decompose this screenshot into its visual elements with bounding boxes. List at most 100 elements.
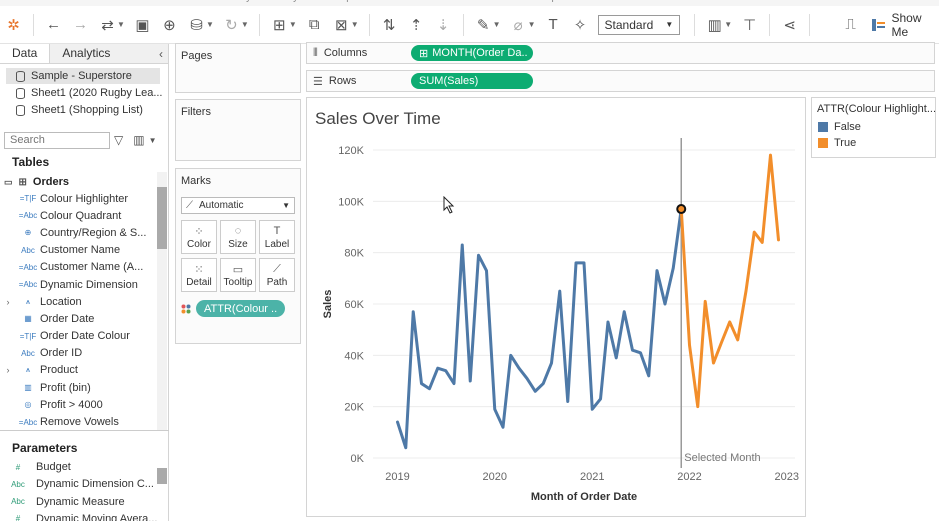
legend-item[interactable]: True: [812, 135, 935, 151]
filters-card-title: Filters: [181, 106, 211, 118]
chevron-down-icon[interactable]: ▼: [351, 20, 359, 29]
database-icon[interactable]: ⛁: [186, 14, 207, 36]
ask-data-icon[interactable]: ⎍: [840, 14, 861, 36]
mark-button-label: Color: [187, 238, 211, 250]
color-mark-button[interactable]: ⁘ Color: [181, 220, 217, 254]
refresh-icon[interactable]: ↻: [221, 14, 242, 36]
sort-ascending-icon[interactable]: ⇡: [406, 14, 427, 36]
show-cards-icon[interactable]: ▥: [704, 14, 725, 36]
parameter-item[interactable]: Abc Dynamic Dimension C...: [0, 476, 168, 493]
mark-type-select[interactable]: ⟋ Automatic ▼: [181, 197, 295, 214]
table-orders[interactable]: ▭ ⊞ Orders: [0, 174, 168, 190]
show-me-button[interactable]: Show Me: [872, 11, 939, 39]
month-order-date-pill[interactable]: ⊞ MONTH(Order Da..: [411, 45, 533, 61]
chevron-down-icon[interactable]: ▼: [493, 20, 501, 29]
parameter-name: Budget: [36, 461, 71, 474]
save-icon[interactable]: ▣: [132, 14, 153, 36]
tab-data[interactable]: Data: [0, 44, 51, 63]
collapse-icon[interactable]: ▭: [4, 177, 13, 188]
search-input[interactable]: [4, 131, 110, 149]
new-worksheet-icon[interactable]: ⊞: [269, 14, 290, 36]
group-icon[interactable]: ⌀: [508, 14, 529, 36]
label-mark-button[interactable]: T Label: [259, 220, 295, 254]
x-tick-label: 2021: [580, 471, 604, 483]
field-name: Profit (bin): [40, 381, 91, 394]
tableau-logo-icon[interactable]: ✲: [3, 14, 24, 36]
swap-rows-columns-icon[interactable]: ⇅: [379, 14, 400, 36]
label-icon[interactable]: T: [543, 14, 564, 36]
parameter-item[interactable]: Abc Dynamic Measure: [0, 493, 168, 510]
expand-icon[interactable]: ›: [0, 365, 16, 375]
chevron-down-icon[interactable]: ▼: [528, 20, 536, 29]
share-icon[interactable]: ⋖: [779, 14, 800, 36]
datasource-item[interactable]: Sample - Superstore: [6, 68, 160, 84]
highlight-icon[interactable]: ✎: [473, 14, 494, 36]
field-item[interactable]: ▦ Order Date: [0, 310, 168, 327]
view-toggle-icon[interactable]: ▥: [133, 133, 144, 147]
line-chart[interactable]: 0K 20K 40K 60K 80K 100K 120K 2019 2020 2021 2022 20…: [307, 98, 807, 518]
datasource-item[interactable]: Sheet1 (2020 Rugby Lea...: [0, 85, 168, 101]
field-item[interactable]: Abc Customer Name: [0, 242, 168, 259]
fit-select-value: Standard: [604, 17, 654, 32]
colour-pill[interactable]: ATTR(Colour ..: [196, 300, 286, 317]
selected-point[interactable]: [676, 204, 687, 215]
field-list: =T|F Colour Highlighter =Abc Colour Quadran…: [0, 190, 168, 431]
swap-icon[interactable]: ⇄: [97, 14, 118, 36]
duplicate-sheet-icon[interactable]: ⧉: [304, 14, 325, 36]
field-item[interactable]: ▥ Profit (bin): [0, 379, 168, 396]
chevron-down-icon[interactable]: ▼: [149, 136, 157, 145]
presentation-icon[interactable]: ⊤: [739, 14, 760, 36]
chevron-down-icon[interactable]: ▼: [206, 20, 214, 29]
fit-select[interactable]: Standard ▼: [597, 14, 681, 35]
undo-icon[interactable]: ←: [43, 14, 64, 36]
field-item[interactable]: =Abc Colour Quadrant: [0, 207, 168, 224]
tooltip-mark-button[interactable]: ▭ Tooltip: [220, 258, 256, 292]
legend-item[interactable]: False: [812, 119, 935, 135]
field-item[interactable]: ⊕ Country/Region & S...: [0, 224, 168, 241]
pin-icon[interactable]: ✧: [570, 14, 591, 36]
chevron-down-icon[interactable]: ▼: [241, 20, 249, 29]
table-icon: ⊞: [18, 176, 27, 188]
datasource-item[interactable]: Sheet1 (Shopping List): [0, 102, 168, 118]
path-mark-button[interactable]: ⟋ Path: [259, 258, 295, 292]
sum-sales-pill[interactable]: SUM(Sales): [411, 73, 533, 89]
sort-descending-icon[interactable]: ⇣: [433, 14, 454, 36]
parameters-scrollbar-thumb[interactable]: [157, 468, 167, 484]
toolbar-divider: [462, 13, 464, 36]
series-line-true[interactable]: [679, 153, 780, 409]
field-item[interactable]: ◎ Profit > 4000: [0, 396, 168, 413]
marks-card-title: Marks: [181, 175, 211, 187]
size-icon: ◌: [234, 224, 242, 237]
field-item[interactable]: =T|F Order Date Colour: [0, 328, 168, 345]
toolbar-divider: [258, 13, 260, 36]
pages-card[interactable]: Pages: [175, 43, 301, 93]
clear-sheet-icon[interactable]: ⊠: [331, 14, 352, 36]
size-mark-button[interactable]: ◌ Size: [220, 220, 256, 254]
chevron-down-icon[interactable]: ▼: [117, 20, 125, 29]
tab-analytics[interactable]: Analytics: [50, 44, 154, 63]
collapse-pane-icon[interactable]: ‹: [154, 44, 168, 63]
series-line-false[interactable]: [396, 207, 683, 450]
field-item[interactable]: =T|F Colour Highlighter: [0, 190, 168, 207]
expand-icon[interactable]: ›: [0, 297, 16, 307]
field-item[interactable]: =Abc Customer Name (A...: [0, 259, 168, 276]
rows-shelf[interactable]: ☰ Rows SUM(Sales): [306, 70, 935, 92]
table-name: Orders: [32, 176, 69, 188]
field-item[interactable]: =Abc Remove Vowels: [0, 413, 168, 430]
field-item[interactable]: › ⩚ Location: [0, 293, 168, 310]
field-item[interactable]: Abc Order ID: [0, 345, 168, 362]
parameter-item[interactable]: # Dynamic Moving Avera...: [0, 510, 168, 521]
filter-icon[interactable]: ▽: [114, 133, 123, 147]
redo-icon[interactable]: →: [70, 14, 91, 36]
parameter-item[interactable]: # Budget: [0, 459, 168, 476]
detail-mark-button[interactable]: ⁙ Detail: [181, 258, 217, 292]
field-item[interactable]: =Abc Dynamic Dimension: [0, 276, 168, 293]
new-datasource-icon[interactable]: ⊕: [159, 14, 180, 36]
columns-shelf[interactable]: ⦀ Columns ⊞ MONTH(Order Da..: [306, 42, 935, 64]
chevron-down-icon[interactable]: ▼: [724, 20, 732, 29]
chevron-down-icon[interactable]: ▼: [289, 20, 297, 29]
fields-scrollbar-thumb[interactable]: [157, 187, 167, 249]
field-item[interactable]: › ⩚ Product: [0, 362, 168, 379]
field-name: Product: [40, 364, 78, 377]
filters-card[interactable]: Filters: [175, 99, 301, 161]
